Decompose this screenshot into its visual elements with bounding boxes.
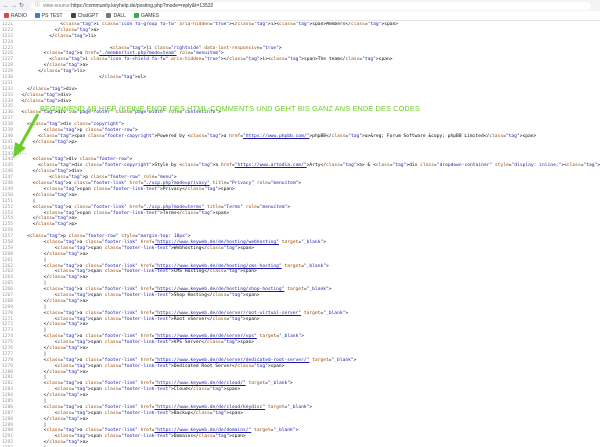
address-bar: ← → ↻ ⓘ view-source: https://community.k… bbox=[0, 0, 600, 11]
bookmark-games[interactable]: GAMES bbox=[134, 13, 159, 19]
forward-icon[interactable]: → bbox=[11, 3, 17, 9]
bookmark-label: PS TEST bbox=[42, 13, 63, 19]
url-field[interactable]: ⓘ view-source: https://community.keyhelp… bbox=[31, 2, 591, 10]
annotation-text: BEGINNEND AB HIER (KEINE ENDE DES HTML-C… bbox=[40, 104, 420, 113]
bookmark-ps-test[interactable]: PS TEST bbox=[35, 13, 63, 19]
bookmark-label: GAMES bbox=[141, 13, 159, 19]
chatgpt-favicon-icon bbox=[71, 13, 76, 18]
bookmark-label: ChatGPT bbox=[78, 13, 99, 19]
folder-icon bbox=[134, 13, 139, 18]
bookmark-label: DALL bbox=[113, 13, 126, 19]
ps-test-favicon-icon bbox=[35, 13, 40, 18]
source-view[interactable]: 1221 <class="tag">i class="icon fa-group… bbox=[0, 22, 600, 447]
site-info-icon[interactable]: ⓘ bbox=[35, 3, 40, 8]
back-icon[interactable]: ← bbox=[3, 3, 9, 9]
folder-icon bbox=[106, 13, 111, 18]
bookmark-radio[interactable]: RADIO bbox=[4, 13, 27, 19]
bookmarks-bar: RADIO PS TEST ChatGPT DALL GAMES bbox=[0, 11, 600, 21]
url-scheme: view-source: bbox=[43, 3, 71, 9]
reload-icon[interactable]: ↻ bbox=[19, 3, 25, 9]
url-text: https://community.keyhelp.de/posting.php… bbox=[71, 3, 213, 9]
bookmark-label: RADIO bbox=[11, 13, 27, 19]
bookmark-chatgpt[interactable]: ChatGPT bbox=[71, 13, 99, 19]
bookmark-dall[interactable]: DALL bbox=[106, 13, 126, 19]
radio-favicon-icon bbox=[4, 13, 9, 18]
annotation-arrow-icon bbox=[12, 112, 40, 160]
